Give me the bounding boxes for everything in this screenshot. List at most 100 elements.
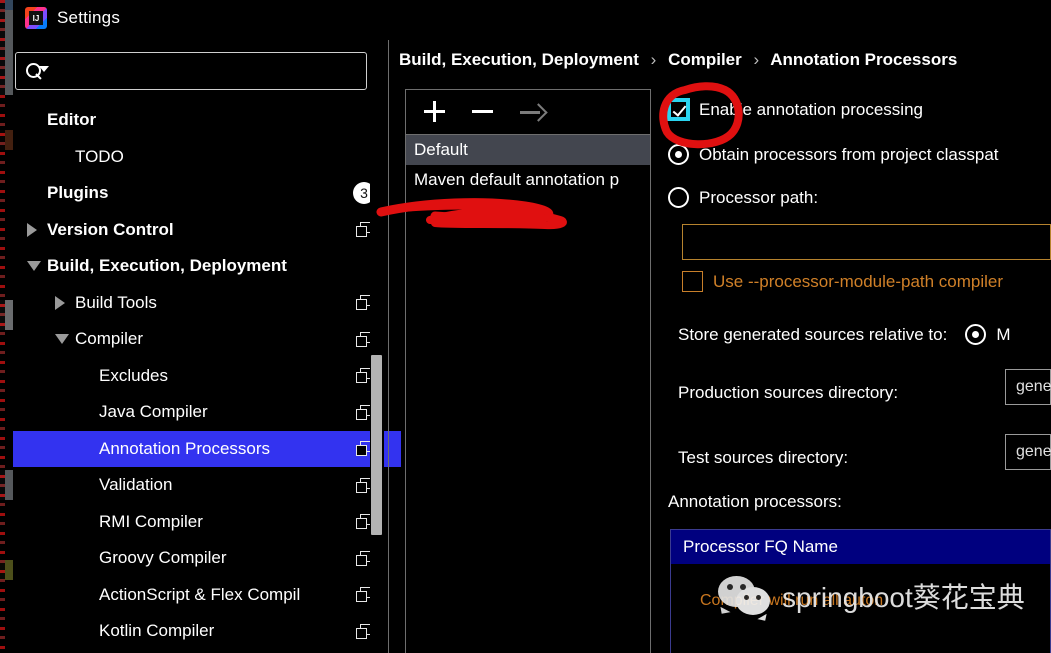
sidebar-item-build-execution-deployment[interactable]: Build, Execution, Deployment [13, 248, 401, 285]
sidebar-item-version-control[interactable]: Version Control [13, 212, 401, 249]
sidebar-item-label: Java Compiler [99, 402, 208, 422]
sidebar-item-label: Build, Execution, Deployment [47, 256, 287, 276]
sidebar-item-kotlin-compiler[interactable]: Kotlin Compiler [13, 613, 401, 650]
sidebar-scrollbar-thumb[interactable] [371, 355, 382, 535]
sidebar-item-label: Validation [99, 475, 173, 495]
use-processor-module-path-row[interactable]: Use --processor-module-path compiler [682, 271, 1003, 292]
store-generated-sources-module-radio[interactable] [965, 324, 987, 345]
store-generated-sources-label: Store generated sources relative to: [678, 324, 948, 344]
sidebar-item-label: Compiler [75, 329, 144, 349]
production-sources-directory-row: Production sources directory: [678, 383, 898, 403]
production-sources-directory-label: Production sources directory: [678, 383, 899, 402]
sidebar-item-annotation-processors[interactable]: Annotation Processors [13, 430, 401, 467]
sidebar-item-label: ActionScript & Flex Compil [99, 584, 301, 604]
profile-list-item[interactable]: Maven default annotation p [406, 165, 650, 195]
copy-icon[interactable] [356, 587, 371, 603]
search-icon [24, 61, 49, 81]
store-generated-sources-module-label: M [996, 324, 1011, 344]
profile-toolbar [406, 90, 650, 135]
sidebar-item-compiler[interactable]: Compiler [13, 321, 401, 358]
sidebar-item-todo[interactable]: TODO [13, 139, 401, 176]
watermark: springboot葵花宝典 [718, 576, 1025, 616]
chevron-right-icon[interactable] [55, 295, 65, 310]
sidebar-divider [388, 40, 389, 653]
enable-annotation-processing-checkbox[interactable] [668, 99, 689, 120]
sidebar-item-label: Plugins [47, 183, 109, 203]
processor-path-label: Processor path: [699, 187, 819, 207]
sidebar-item-editor[interactable]: Editor [13, 102, 401, 139]
breadcrumb-part-3: Annotation Processors [770, 50, 958, 69]
copy-icon[interactable] [356, 404, 371, 420]
production-sources-directory-input[interactable]: gene [1005, 369, 1051, 405]
processor-path-row[interactable]: Processor path: [668, 187, 818, 208]
annotation-processors-list-label-row: Annotation processors: [668, 492, 842, 512]
title-bar: Settings [13, 0, 1051, 36]
sidebar-item-label: Excludes [99, 365, 168, 385]
settings-window: Settings Editor TODO Plugins3 Version Contr… [0, 0, 1051, 653]
test-sources-directory-row: Test sources directory: [678, 448, 848, 468]
sidebar-item-label: Kotlin Compiler [99, 621, 215, 641]
test-sources-directory-input[interactable]: gene [1005, 434, 1051, 470]
settings-tree: Editor TODO Plugins 3 Version Control Build, … [13, 102, 401, 653]
obtain-from-classpath-row[interactable]: Obtain processors from project classpat [668, 144, 999, 165]
sidebar-item-build-tools[interactable]: Build Tools [13, 285, 401, 322]
background-window-sliver-stripes [0, 0, 5, 653]
breadcrumb-separator-1: › [650, 50, 657, 69]
sidebar-item-rmi-compiler[interactable]: RMI Compiler [13, 504, 401, 541]
minus-icon[interactable] [472, 101, 494, 123]
copy-icon[interactable] [356, 477, 371, 493]
sidebar-item-groovy-compiler[interactable]: Groovy Compiler [13, 540, 401, 577]
enable-annotation-processing-row[interactable]: Enable annotation processing [668, 99, 923, 120]
copy-icon[interactable] [356, 368, 371, 384]
sidebar-item-label: Version Control [47, 219, 174, 239]
chevron-down-icon[interactable] [55, 334, 69, 345]
sidebar-item-label: Editor [47, 110, 97, 130]
arrow-right-icon[interactable] [520, 101, 542, 123]
window-title: Settings [57, 8, 121, 27]
sidebar-item-label: RMI Compiler [99, 511, 203, 531]
chevron-down-icon[interactable] [27, 261, 41, 272]
intellij-idea-logo-icon [25, 7, 47, 29]
sidebar-item-label: TODO [75, 146, 124, 166]
test-sources-directory-value: gene [1016, 443, 1051, 460]
profile-list-item[interactable]: Default [406, 135, 650, 165]
chevron-right-icon[interactable] [27, 222, 37, 237]
sidebar-item-plugins[interactable]: Plugins 3 [13, 175, 401, 212]
obtain-from-classpath-label: Obtain processors from project classpat [699, 144, 999, 164]
sidebar-item-label: Annotation Processors [99, 438, 271, 458]
copy-icon[interactable] [356, 623, 371, 639]
annotation-processors-label: Annotation processors: [668, 492, 842, 511]
breadcrumb-part-2[interactable]: Compiler [668, 50, 742, 69]
copy-icon[interactable] [356, 550, 371, 566]
enable-annotation-processing-label: Enable annotation processing [699, 99, 923, 119]
breadcrumb-separator-2: › [753, 50, 760, 69]
search-input[interactable] [46, 61, 358, 81]
use-processor-module-path-label: Use --processor-module-path compiler [713, 271, 1004, 291]
search-box[interactable] [15, 52, 367, 90]
sidebar-item-excludes[interactable]: Excludes [13, 358, 401, 395]
sidebar-item-validation[interactable]: Validation [13, 467, 401, 504]
sidebar-item-label: Build Tools [75, 292, 157, 312]
test-sources-directory-label: Test sources directory: [678, 448, 849, 467]
breadcrumb-part-1[interactable]: Build, Execution, Deployment [399, 50, 639, 69]
copy-icon[interactable] [356, 295, 371, 311]
profile-list-item[interactable] [406, 195, 650, 225]
sidebar-item-java-compiler[interactable]: Java Compiler [13, 394, 401, 431]
profile-list: Default Maven default annotation p [406, 135, 650, 225]
copy-icon[interactable] [356, 331, 371, 347]
watermark-text: springboot葵花宝典 [782, 582, 1025, 613]
plus-icon[interactable] [424, 101, 446, 123]
breadcrumb: Build, Execution, Deployment › Compiler … [399, 50, 957, 70]
sidebar-scrollbar-track[interactable] [370, 40, 384, 653]
processor-path-input[interactable] [682, 224, 1051, 260]
use-processor-module-path-checkbox[interactable] [682, 271, 703, 292]
copy-icon[interactable] [356, 514, 371, 530]
processor-fq-name-column-header[interactable]: Processor FQ Name [671, 530, 1050, 564]
settings-sidebar: Editor TODO Plugins 3 Version Control Build, … [13, 40, 401, 653]
copy-icon[interactable] [356, 222, 371, 238]
sidebar-item-label: Groovy Compiler [99, 548, 227, 568]
copy-icon[interactable] [356, 441, 371, 457]
sidebar-item-actionscript-flex-compil[interactable]: ActionScript & Flex Compil [13, 577, 401, 614]
obtain-from-classpath-radio[interactable] [668, 144, 689, 165]
processor-path-radio[interactable] [668, 187, 689, 208]
